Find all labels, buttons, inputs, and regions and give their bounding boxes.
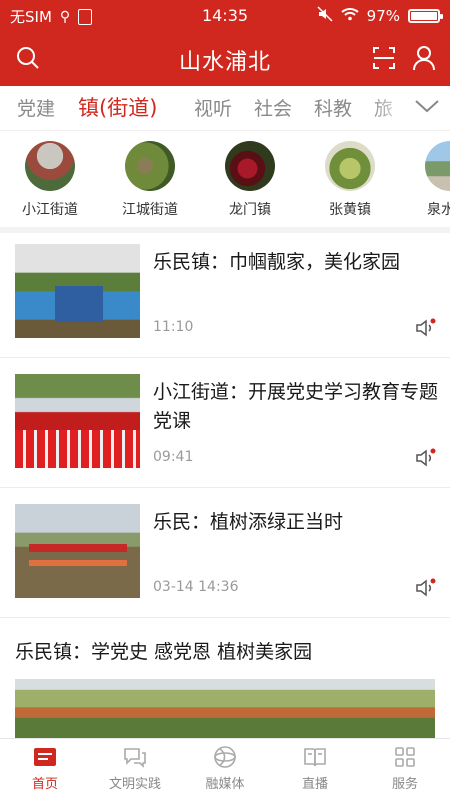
news-item[interactable]: 乐民：植树添绿正当时 03-14 14:36 bbox=[0, 488, 450, 618]
feature-title: 乐民镇：学党史 感党恩 植树美家园 bbox=[15, 641, 313, 663]
region-label: 江城街道 bbox=[122, 202, 178, 218]
news-thumbnail bbox=[15, 504, 140, 598]
app-header: 山水浦北 bbox=[0, 30, 450, 86]
region-label: 泉水 bbox=[427, 202, 450, 218]
nav-media[interactable]: 融媒体 bbox=[180, 745, 270, 792]
nav-label: 服务 bbox=[391, 777, 418, 792]
region-thumbnail bbox=[325, 141, 375, 191]
scan-icon[interactable] bbox=[370, 44, 398, 72]
speaker-icon[interactable] bbox=[414, 578, 436, 598]
nav-label: 首页 bbox=[31, 777, 58, 792]
battery-fill bbox=[411, 12, 437, 20]
region-label: 小江街道 bbox=[22, 202, 78, 218]
nav-home[interactable]: 首页 bbox=[0, 745, 90, 792]
tab-science-edu[interactable]: 科教 bbox=[314, 94, 352, 121]
tabs-expand-button[interactable] bbox=[402, 86, 450, 130]
news-thumbnail bbox=[15, 374, 140, 468]
news-title: 乐民：植树添绿正当时 bbox=[153, 511, 344, 533]
region-item-xiaojiang[interactable]: 小江街道 bbox=[7, 141, 93, 219]
nav-label: 融媒体 bbox=[205, 777, 245, 792]
news-item[interactable]: 小江街道：开展党史学习教育专题党课 09:41 bbox=[0, 358, 450, 488]
news-time: 09:41 bbox=[153, 449, 194, 465]
battery-percent: 97% bbox=[366, 7, 400, 25]
speaker-icon[interactable] bbox=[414, 448, 436, 468]
book-icon bbox=[302, 745, 328, 769]
region-label: 龙门镇 bbox=[229, 202, 271, 218]
wifi-icon bbox=[340, 7, 359, 25]
tab-society[interactable]: 社会 bbox=[254, 94, 292, 121]
tab-dangjian[interactable]: 党建 bbox=[17, 94, 55, 121]
region-thumbnail bbox=[125, 141, 175, 191]
news-thumbnail bbox=[15, 244, 140, 338]
category-tabs: 党建 镇(街道) 视听 社会 科教 旅 bbox=[0, 86, 450, 131]
region-item-longmen[interactable]: 龙门镇 bbox=[207, 141, 293, 219]
news-time: 03-14 14:36 bbox=[153, 579, 239, 595]
region-shortcuts: 小江街道 江城街道 龙门镇 张黄镇 泉水 bbox=[0, 131, 450, 227]
globe-icon bbox=[212, 745, 238, 769]
region-thumbnail bbox=[225, 141, 275, 191]
region-thumbnail bbox=[425, 141, 450, 191]
region-label: 张黄镇 bbox=[329, 202, 371, 218]
status-bar: 无SIM ⚲ 14:35 97% bbox=[0, 0, 450, 30]
news-time: 11:10 bbox=[153, 319, 194, 335]
chat-icon bbox=[122, 745, 148, 769]
nav-label: 直播 bbox=[301, 777, 328, 792]
news-item[interactable]: 乐民镇：巾帼靓家，美化家园 11:10 bbox=[0, 228, 450, 358]
nav-live[interactable]: 直播 bbox=[270, 745, 360, 792]
news-title: 小江街道：开展党史学习教育专题党课 bbox=[153, 381, 439, 432]
region-item-zhanghuang[interactable]: 张黄镇 bbox=[307, 141, 393, 219]
tab-town[interactable]: 镇(街道) bbox=[78, 92, 157, 122]
home-icon bbox=[32, 745, 58, 769]
region-item-quanshui[interactable]: 泉水 bbox=[407, 141, 450, 219]
chevron-down-icon bbox=[414, 96, 440, 120]
nav-label: 文明实践 bbox=[108, 777, 161, 792]
mute-icon bbox=[317, 6, 333, 26]
grid-icon bbox=[392, 745, 418, 769]
news-title: 乐民镇：巾帼靓家，美化家园 bbox=[153, 251, 401, 273]
user-icon[interactable] bbox=[410, 44, 438, 72]
region-item-jiangcheng[interactable]: 江城街道 bbox=[107, 141, 193, 219]
nav-civilization[interactable]: 文明实践 bbox=[90, 745, 180, 792]
battery-icon bbox=[408, 9, 443, 23]
speaker-icon[interactable] bbox=[414, 318, 436, 338]
tab-video[interactable]: 视听 bbox=[194, 94, 232, 121]
nav-services[interactable]: 服务 bbox=[360, 745, 450, 792]
region-thumbnail bbox=[25, 141, 75, 191]
bottom-nav: 首页 文明实践 融媒体 直播 服务 bbox=[0, 738, 450, 801]
